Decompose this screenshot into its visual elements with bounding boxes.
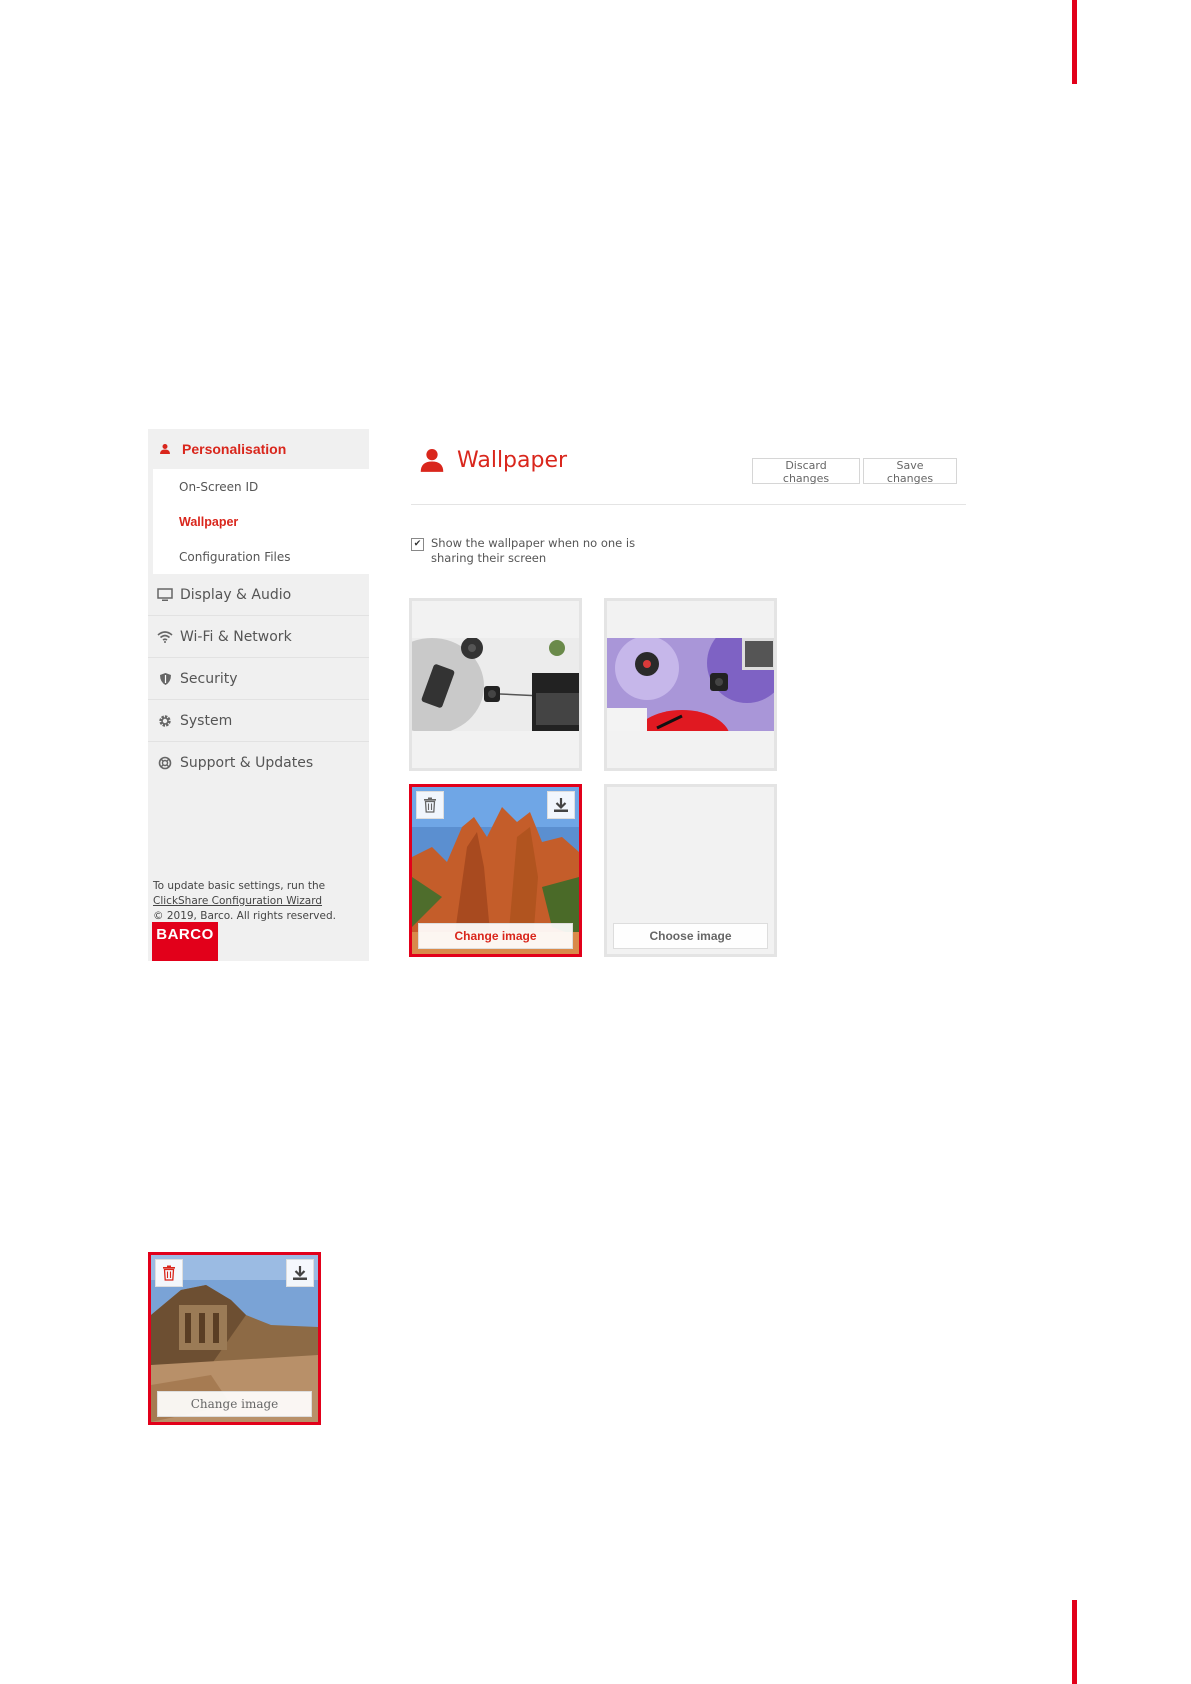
user-icon (148, 443, 182, 455)
lifebuoy-icon (150, 756, 180, 770)
wallpaper-tile-zoom[interactable]: Change image (148, 1252, 321, 1425)
shield-icon (150, 672, 180, 686)
sidebar-item-on-screen-id[interactable]: On-Screen ID (153, 469, 369, 504)
page-header: Wallpaper Discard changes Save changes (411, 440, 966, 505)
configuration-wizard-link[interactable]: ClickShare Configuration Wizard (153, 894, 367, 909)
download-icon (554, 798, 568, 812)
show-wallpaper-checkbox[interactable]: ✔ (411, 538, 424, 551)
sidebar-item-wifi-network[interactable]: Wi-Fi & Network (148, 616, 369, 658)
wallpaper-tile[interactable] (604, 598, 777, 771)
wallpaper-tile-selected[interactable]: Change image (409, 784, 582, 957)
page-marker-bottom (1072, 1600, 1077, 1684)
trash-icon (163, 1265, 175, 1281)
wallpaper-image-desk-gray (412, 638, 579, 731)
sidebar-section-personalisation[interactable]: Personalisation (148, 429, 369, 469)
sidebar-footer: To update basic settings, run the ClickS… (153, 879, 367, 924)
choose-image-button[interactable]: Choose image (613, 923, 768, 949)
wallpaper-image-desk-purple (607, 638, 774, 731)
gear-icon (150, 714, 180, 728)
sidebar-item-wallpaper[interactable]: Wallpaper (153, 504, 369, 539)
sidebar-item-display-audio[interactable]: Display & Audio (148, 574, 369, 616)
download-icon (293, 1266, 307, 1280)
discard-changes-button[interactable]: Discard changes (752, 458, 860, 485)
footer-text: To update basic settings, run the (153, 880, 326, 892)
monitor-icon (150, 587, 180, 602)
download-wallpaper-button[interactable] (547, 791, 575, 819)
sidebar-section-label: Personalisation (182, 441, 287, 457)
show-wallpaper-label: Show the wallpaper when no one is sharin… (431, 536, 636, 565)
change-image-button[interactable]: Change image (418, 923, 573, 949)
change-image-button[interactable]: Change image (157, 1391, 312, 1417)
user-icon (419, 447, 445, 477)
page-marker-top (1072, 0, 1077, 84)
page-title: Wallpaper (457, 448, 568, 473)
sidebar-item-support-updates[interactable]: Support & Updates (148, 742, 369, 783)
sidebar-item-system[interactable]: System (148, 700, 369, 742)
trash-icon (424, 797, 436, 813)
sidebar-item-configuration-files[interactable]: Configuration Files (153, 539, 369, 574)
save-changes-button[interactable]: Save changes (863, 458, 957, 485)
show-wallpaper-option: ✔ Show the wallpaper when no one is shar… (411, 536, 671, 566)
wifi-icon (150, 630, 180, 643)
wallpaper-tile[interactable] (409, 598, 582, 771)
delete-wallpaper-button[interactable] (416, 791, 444, 819)
sidebar: Personalisation On-Screen ID Wallpaper C… (148, 429, 369, 961)
wallpaper-tile-empty[interactable]: Choose image (604, 784, 777, 957)
download-wallpaper-button[interactable] (286, 1259, 314, 1287)
sidebar-item-security[interactable]: Security (148, 658, 369, 700)
barco-logo: BARCO (152, 922, 218, 961)
sidebar-submenu: On-Screen ID Wallpaper Configuration Fil… (153, 469, 369, 574)
delete-wallpaper-button[interactable] (155, 1259, 183, 1287)
